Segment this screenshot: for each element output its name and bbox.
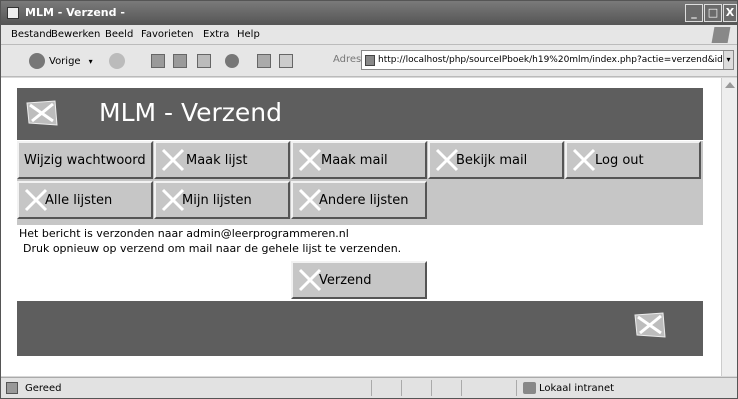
nav-area: Wijzig wachtwoord Maak lijst Maak mail B…	[17, 141, 703, 225]
stop-button[interactable]	[151, 51, 165, 71]
address-bar[interactable]: http://localhost/php/sourceIPboek/h19%20…	[361, 50, 734, 70]
page-status-icon	[6, 382, 18, 394]
nav-mijn-lijsten-button[interactable]: Mijn lijsten	[154, 181, 290, 219]
nav-label: Wijzig wachtwoord	[24, 153, 146, 168]
close-button[interactable]: X	[723, 4, 737, 22]
toolbar: Vorige ▾ Adres http://localhost/php/sour…	[1, 45, 737, 77]
menu-bewerken[interactable]: Bewerken	[51, 29, 100, 40]
menu-favorieten[interactable]: Favorieten	[141, 29, 193, 40]
nav-label: Alle lijsten	[45, 193, 113, 208]
page-title: MLM - Verzend	[99, 98, 283, 127]
forward-button[interactable]	[109, 51, 125, 71]
page-icon	[365, 55, 375, 66]
address-label: Adres	[333, 54, 362, 65]
chevron-down-icon: ▾	[88, 56, 93, 66]
refresh-icon	[173, 54, 187, 68]
button-flag-icon	[160, 147, 186, 173]
back-button[interactable]: Vorige ▾	[29, 51, 93, 71]
print-button[interactable]	[279, 51, 293, 71]
status-bar: Gereed Lokaal intranet	[1, 377, 737, 398]
button-flag-icon	[571, 147, 597, 173]
windows-logo-icon	[711, 27, 731, 43]
status-divider	[431, 380, 432, 396]
menu-extra[interactable]: Extra	[203, 29, 229, 40]
nav-label: Maak lijst	[186, 153, 248, 168]
nav-label: Log out	[595, 153, 644, 168]
sent-message: Het bericht is verzonden naar admin@leer…	[19, 227, 349, 240]
nav-maak-mail-button[interactable]: Maak mail	[291, 141, 427, 179]
scroll-up-icon[interactable]	[725, 82, 735, 88]
status-divider	[461, 380, 462, 396]
button-flag-icon	[297, 147, 323, 173]
mail-button[interactable]	[257, 51, 271, 71]
nav-label: Andere lijsten	[319, 193, 409, 208]
verzend-button[interactable]: Verzend	[291, 261, 427, 299]
status-divider	[371, 380, 372, 396]
browser-window: MLM - Verzend - _ □ X Bestand Bewerken B…	[0, 0, 738, 399]
history-button[interactable]	[225, 51, 239, 71]
footer-flag-icon	[633, 311, 667, 339]
status-text: Gereed	[25, 383, 62, 394]
home-button[interactable]	[197, 51, 211, 71]
window-title: MLM - Verzend -	[25, 6, 125, 19]
back-label: Vorige	[49, 55, 81, 67]
logo-flag-icon	[25, 99, 59, 127]
ie-icon	[7, 7, 19, 19]
vertical-scrollbar[interactable]	[721, 78, 737, 376]
menu-beeld[interactable]: Beeld	[105, 29, 133, 40]
minimize-button[interactable]: _	[685, 4, 703, 22]
verzend-label: Verzend	[319, 273, 372, 288]
nav-alle-lijsten-button[interactable]: Alle lijsten	[17, 181, 153, 219]
status-divider	[401, 380, 402, 396]
zone-text: Lokaal intranet	[539, 383, 615, 394]
nav-label: Bekijk mail	[456, 153, 528, 168]
send-again-message: Druk opnieuw op verzend om mail naar de …	[23, 242, 402, 255]
forward-arrow-icon	[109, 53, 125, 69]
stop-icon	[151, 54, 165, 68]
title-bar: MLM - Verzend - _ □ X	[1, 1, 737, 25]
maximize-button[interactable]: □	[704, 4, 722, 22]
nav-label: Mijn lijsten	[182, 193, 252, 208]
history-icon	[225, 54, 239, 68]
nav-bekijk-mail-button[interactable]: Bekijk mail	[428, 141, 564, 179]
nav-andere-lijsten-button[interactable]: Andere lijsten	[291, 181, 427, 219]
address-value[interactable]: http://localhost/php/sourceIPboek/h19%20…	[378, 55, 733, 65]
mail-icon	[257, 54, 271, 68]
intranet-icon	[523, 382, 536, 394]
page-content: MLM - Verzend Wijzig wachtwoord Maak lij…	[1, 78, 721, 376]
menu-help[interactable]: Help	[237, 29, 260, 40]
address-dropdown-icon[interactable]: ▾	[723, 51, 733, 69]
home-icon	[197, 54, 211, 68]
status-divider	[516, 380, 517, 396]
refresh-button[interactable]	[173, 51, 187, 71]
menu-bar: Bestand Bewerken Beeld Favorieten Extra …	[1, 25, 737, 45]
page-header: MLM - Verzend	[17, 88, 703, 140]
print-icon	[279, 54, 293, 68]
nav-label: Maak mail	[321, 153, 388, 168]
back-arrow-icon	[29, 53, 45, 69]
nav-wijzig-wachtwoord-button[interactable]: Wijzig wachtwoord	[17, 141, 153, 179]
page-footer	[17, 301, 703, 356]
menu-bestand[interactable]: Bestand	[11, 29, 52, 40]
nav-log-out-button[interactable]: Log out	[565, 141, 701, 179]
nav-maak-lijst-button[interactable]: Maak lijst	[154, 141, 290, 179]
